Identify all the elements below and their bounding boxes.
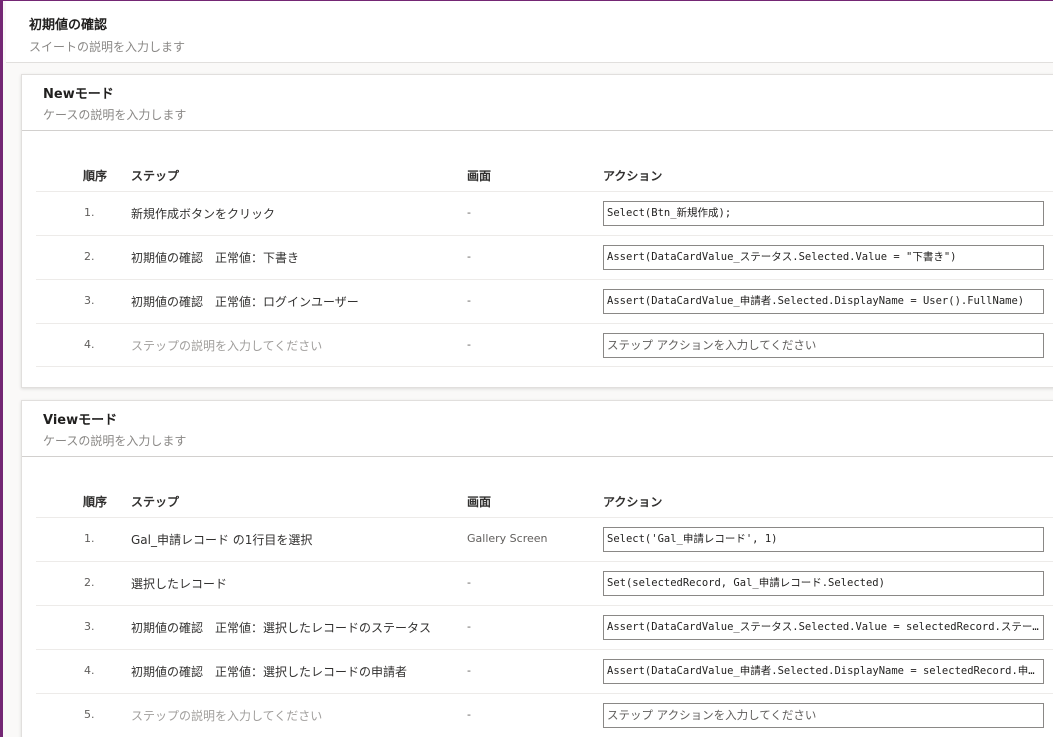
- step-number: 2.: [84, 250, 95, 263]
- test-studio-frame: 初期値の確認 スイートの説明を入力します Newモード ケースの説明を入力します…: [0, 0, 1053, 737]
- step-row[interactable]: 4. ステップの説明を入力してください - ステップ アクションを入力してくださ…: [36, 323, 1053, 367]
- step-description[interactable]: Gal_申請レコード の1行目を選択: [131, 531, 312, 548]
- step-row[interactable]: 4. 初期値の確認 正常値：選択したレコードの申請者 - Assert(Data…: [36, 649, 1053, 693]
- case-title[interactable]: Viewモード: [43, 409, 117, 428]
- step-number: 1.: [84, 206, 95, 219]
- step-screen: -: [467, 664, 471, 677]
- step-screen: -: [467, 576, 471, 589]
- step-row[interactable]: 3. 初期値の確認 正常値：選択したレコードのステータス - Assert(Da…: [36, 605, 1053, 649]
- step-description[interactable]: 新規作成ボタンをクリック: [131, 205, 275, 222]
- case-title[interactable]: Newモード: [43, 83, 114, 102]
- column-header-order: 順序: [83, 169, 108, 183]
- step-screen: -: [467, 250, 471, 263]
- step-description[interactable]: 初期値の確認 正常値：選択したレコードの申請者: [131, 663, 407, 680]
- step-number: 3.: [84, 620, 95, 633]
- test-case-new-mode: Newモード ケースの説明を入力します 順序 ステップ 画面 アクション 1. …: [21, 74, 1053, 388]
- column-header-step: ステップ: [131, 169, 180, 183]
- step-action-input[interactable]: Select(Btn_新規作成);: [603, 201, 1044, 226]
- step-action-input[interactable]: Select('Gal_申請レコード', 1): [603, 527, 1044, 552]
- step-screen: -: [467, 620, 471, 633]
- column-header-action: アクション: [603, 495, 663, 509]
- step-number: 4.: [84, 338, 95, 351]
- step-action-input[interactable]: Assert(DataCardValue_申請者.Selected.Displa…: [603, 659, 1044, 684]
- step-row[interactable]: 3. 初期値の確認 正常値：ログインユーザー - Assert(DataCard…: [36, 279, 1053, 323]
- case-description-field[interactable]: ケースの説明を入力します: [43, 432, 186, 449]
- step-number: 4.: [84, 664, 95, 677]
- step-number: 1.: [84, 532, 95, 545]
- step-action-input[interactable]: Assert(DataCardValue_申請者.Selected.Displa…: [603, 289, 1044, 314]
- step-row[interactable]: 1. 新規作成ボタンをクリック - Select(Btn_新規作成);: [36, 191, 1053, 235]
- column-header-step: ステップ: [131, 495, 180, 509]
- case-description-field[interactable]: ケースの説明を入力します: [43, 106, 186, 123]
- step-row[interactable]: 5. ステップの説明を入力してください - ステップ アクションを入力してくださ…: [36, 693, 1053, 737]
- divider: [22, 130, 1053, 131]
- step-description[interactable]: 初期値の確認 正常値：ログインユーザー: [131, 293, 359, 310]
- suite-header: 初期値の確認 スイートの説明を入力します: [6, 1, 1053, 63]
- step-screen: -: [467, 294, 471, 307]
- step-row[interactable]: 1. Gal_申請レコード の1行目を選択 Gallery Screen Sel…: [36, 517, 1053, 561]
- step-number: 2.: [84, 576, 95, 589]
- suite-description-field[interactable]: スイートの説明を入力します: [29, 38, 185, 55]
- step-screen: -: [467, 338, 471, 351]
- step-screen: Gallery Screen: [467, 532, 548, 545]
- step-description-placeholder[interactable]: ステップの説明を入力してください: [131, 707, 322, 724]
- step-description-placeholder[interactable]: ステップの説明を入力してください: [131, 337, 322, 354]
- step-row[interactable]: 2. 選択したレコード - Set(selectedRecord, Gal_申請…: [36, 561, 1053, 605]
- step-action-input[interactable]: Set(selectedRecord, Gal_申請レコード.Selected): [603, 571, 1044, 596]
- step-action-input[interactable]: Assert(DataCardValue_ステータス.Selected.Valu…: [603, 245, 1044, 270]
- step-action-input[interactable]: Assert(DataCardValue_ステータス.Selected.Valu…: [603, 615, 1044, 640]
- column-header-screen: 画面: [467, 495, 492, 509]
- step-action-input[interactable]: ステップ アクションを入力してください: [603, 703, 1044, 728]
- suite-title[interactable]: 初期値の確認: [29, 14, 107, 33]
- step-description[interactable]: 選択したレコード: [131, 575, 227, 592]
- divider: [22, 456, 1053, 457]
- column-header-action: アクション: [603, 169, 663, 183]
- column-header-order: 順序: [83, 495, 108, 509]
- step-row[interactable]: 2. 初期値の確認 正常値：下書き - Assert(DataCardValue…: [36, 235, 1053, 279]
- step-screen: -: [467, 206, 471, 219]
- step-number: 3.: [84, 294, 95, 307]
- column-header-screen: 画面: [467, 169, 492, 183]
- step-description[interactable]: 初期値の確認 正常値：下書き: [131, 249, 299, 266]
- step-description[interactable]: 初期値の確認 正常値：選択したレコードのステータス: [131, 619, 431, 636]
- step-number: 5.: [84, 708, 95, 721]
- test-case-view-mode: Viewモード ケースの説明を入力します 順序 ステップ 画面 アクション 1.…: [21, 400, 1053, 737]
- step-screen: -: [467, 708, 471, 721]
- step-action-input[interactable]: ステップ アクションを入力してください: [603, 333, 1044, 358]
